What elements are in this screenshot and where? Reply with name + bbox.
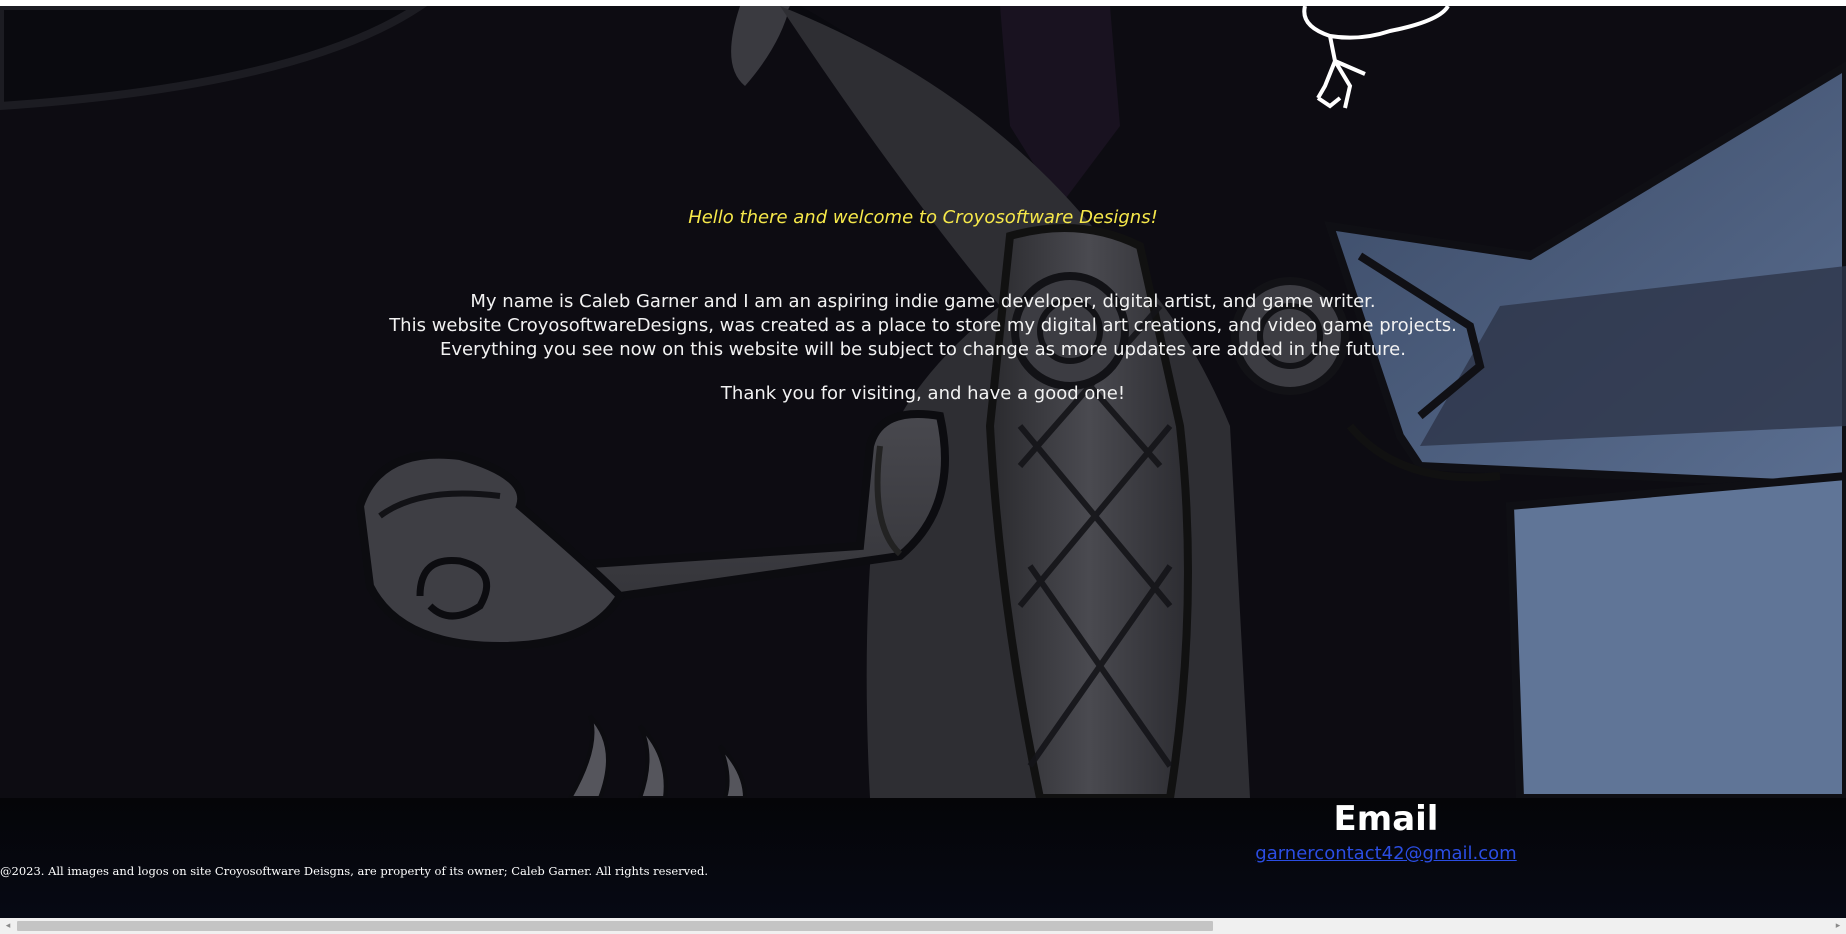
copyright-text: @2023. All images and logos on site Croy… [0,864,708,878]
scroll-right-arrow-icon[interactable]: ▸ [1830,918,1846,934]
scroll-left-arrow-icon[interactable]: ◂ [0,918,16,934]
footer: Email garnercontact42@gmail.com @2023. A… [0,798,1846,918]
intro-line: Everything you see now on this website w… [440,339,1406,360]
hero-section: Hello there and welcome to Croyosoftware… [0,6,1846,798]
horizontal-scrollbar[interactable]: ◂ ▸ [0,918,1846,934]
hero-content: Hello there and welcome to Croyosoftware… [0,6,1846,798]
intro-line: This website CroyosoftwareDesigns, was c… [389,315,1457,336]
email-heading: Email [1333,799,1439,839]
intro-line: My name is Caleb Garner and I am an aspi… [470,291,1376,312]
email-link[interactable]: garnercontact42@gmail.com [1226,843,1546,864]
scrollbar-thumb[interactable] [17,921,1213,931]
welcome-heading: Hello there and welcome to Croyosoftware… [688,207,1158,228]
intro-paragraph: My name is Caleb Garner and I am an aspi… [0,290,1846,362]
thanks-text: Thank you for visiting, and have a good … [720,383,1126,404]
page: Hello there and welcome to Croyosoftware… [0,0,1846,934]
